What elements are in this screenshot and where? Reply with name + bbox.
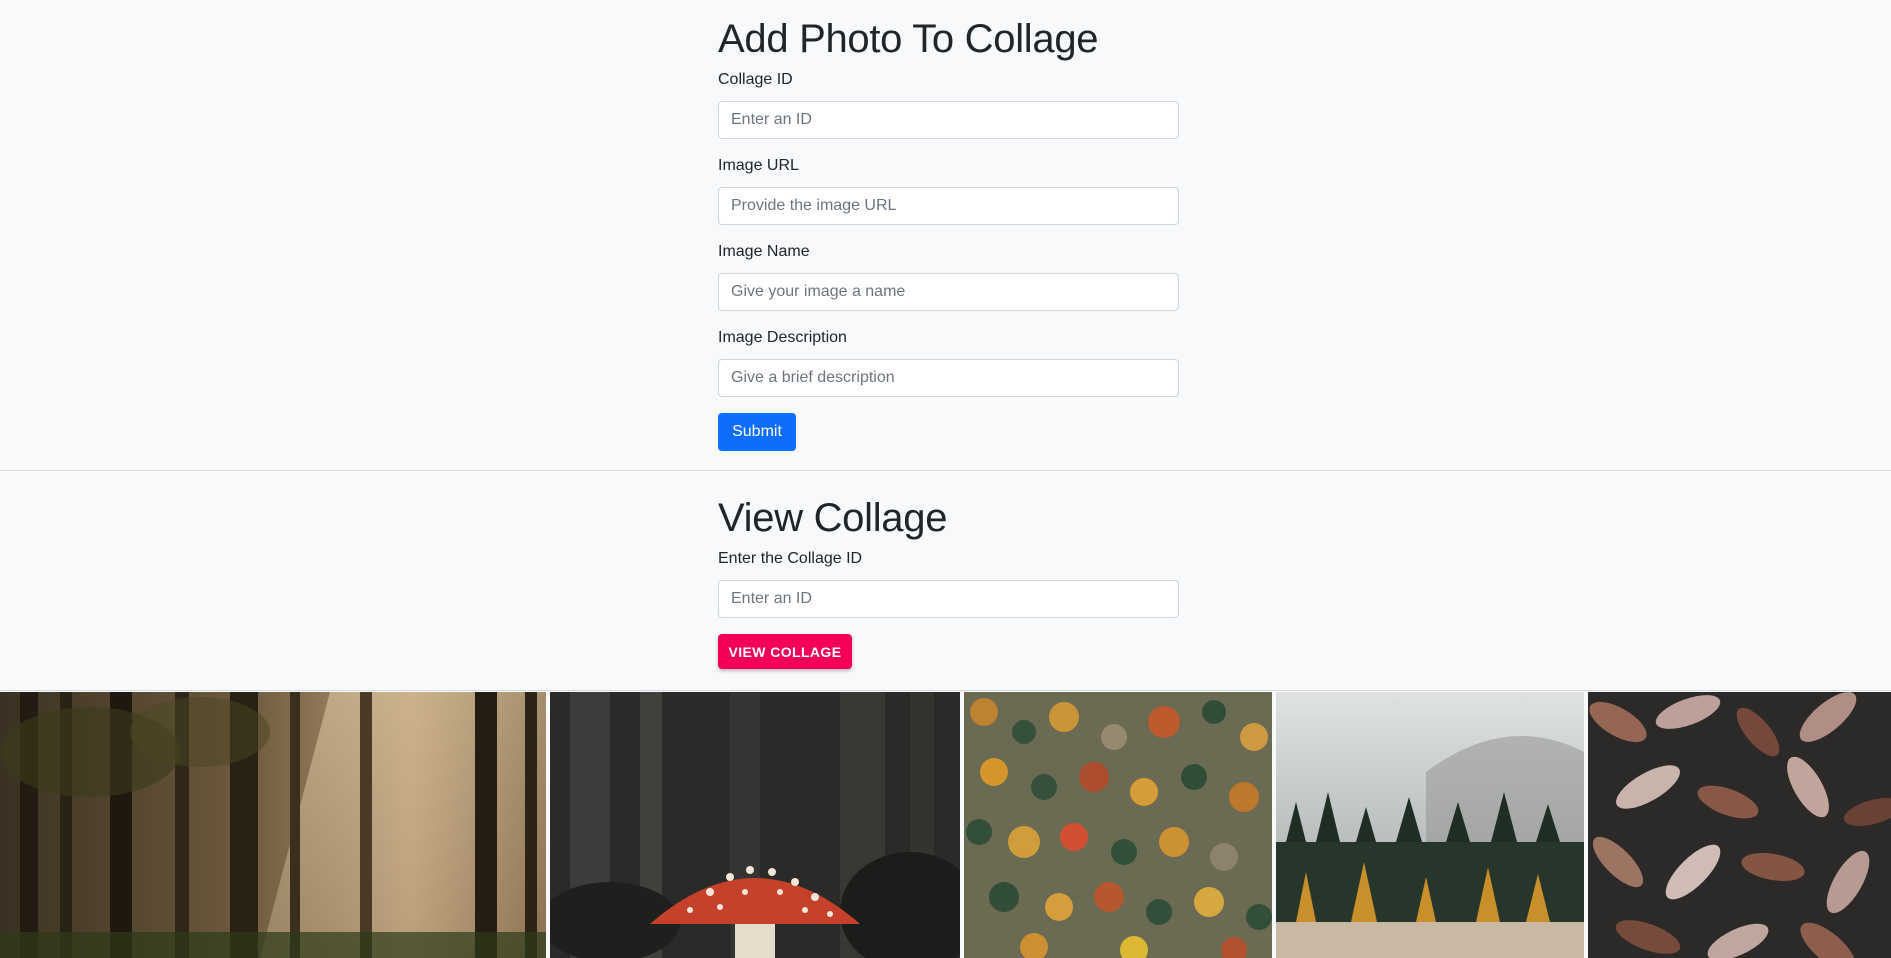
misty-forest-photo[interactable] [1276,692,1584,958]
view-collage-button[interactable]: VIEW COLLAGE [718,634,852,669]
view-collage-id-input[interactable] [718,580,1179,618]
forest-sunbeams-photo[interactable] [0,692,546,958]
red-mushroom-photo[interactable] [550,692,960,958]
view-collage-form: View Collage Enter the Collage ID VIEW C… [718,0,1179,690]
collage-gallery [0,692,1891,958]
oak-leaves-photo[interactable] [1588,692,1891,958]
view-collage-id-label: Enter the Collage ID [718,550,863,567]
view-collage-title: View Collage [718,496,948,540]
autumn-hillside-photo[interactable] [964,692,1272,958]
gallery-divider [0,690,1891,691]
